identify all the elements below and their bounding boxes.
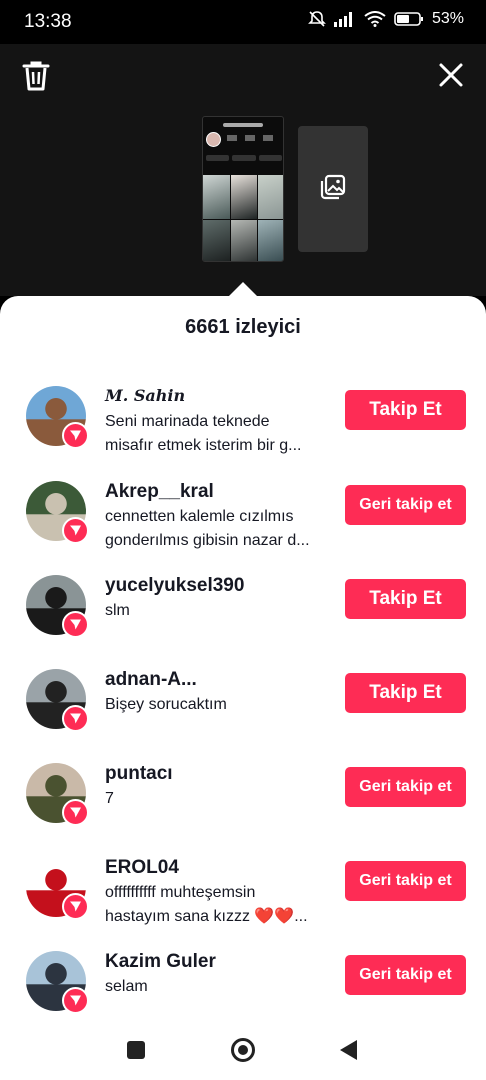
message-line: Seni marinada teknede xyxy=(105,413,270,430)
message-line: gonderılmıs gibisin nazar d... xyxy=(105,532,310,549)
share-badge-icon xyxy=(62,987,89,1014)
viewer-row[interactable]: puntacı 7 Geri takip et xyxy=(0,763,486,857)
thumbnail-grid xyxy=(203,175,283,261)
close-icon[interactable] xyxy=(438,62,464,88)
add-media-button[interactable] xyxy=(298,126,368,252)
follow-button[interactable]: Takip Et xyxy=(345,673,466,713)
follow-back-button[interactable]: Geri takip et xyxy=(345,861,466,901)
viewer-name[interactable]: yucelyuksel390 xyxy=(105,575,244,597)
viewer-name[interactable]: adnan-A... xyxy=(105,669,197,691)
thumbnail-buttons xyxy=(206,155,282,161)
thumbnail-header xyxy=(203,117,283,133)
wifi-icon xyxy=(364,11,386,27)
battery-icon xyxy=(394,11,424,27)
follow-button[interactable]: Takip Et xyxy=(345,579,466,619)
share-badge-icon xyxy=(62,517,89,544)
viewer-name[interactable]: Akrep__kral xyxy=(105,481,214,503)
navigation-bar xyxy=(0,1020,486,1080)
viewers-sheet: 6661 izleyici 𝑴. 𝑺𝒂𝒉𝒊𝒏 Seni marinada tekn… xyxy=(0,296,486,1080)
viewer-message: 7 xyxy=(105,787,331,811)
viewer-message: slm xyxy=(105,599,331,623)
follow-button[interactable]: Takip Et xyxy=(345,390,466,430)
signal-icon xyxy=(333,11,356,27)
viewer-row[interactable]: yucelyuksel390 slm Takip Et xyxy=(0,575,486,669)
message-line: slm xyxy=(105,602,130,619)
message-line: selam xyxy=(105,978,148,995)
viewer-message: selam xyxy=(105,975,331,999)
home-icon[interactable] xyxy=(231,1038,255,1062)
viewer-row[interactable]: Akrep__kral cennetten kalemle cızılmıs gon… xyxy=(0,481,486,575)
message-line: misafır etmek isterim bir g... xyxy=(105,437,302,454)
sheet-pointer xyxy=(229,282,257,296)
status-icons: 53% xyxy=(308,10,464,28)
follow-back-button[interactable]: Geri takip et xyxy=(345,955,466,995)
viewer-message: Bişey sorucaktım xyxy=(105,693,331,717)
thumbnail-avatar xyxy=(206,132,221,147)
viewer-message: cennetten kalemle cızılmıs gonderılmıs gi… xyxy=(105,505,331,553)
message-line: 7 xyxy=(105,790,114,807)
thumbnail-stats xyxy=(227,135,273,141)
media-preview-area xyxy=(0,44,486,296)
viewer-count-title: 6661 izleyici xyxy=(185,316,301,338)
viewer-name[interactable]: puntacı xyxy=(105,763,173,785)
battery-percent: 53% xyxy=(431,10,464,27)
viewer-message: offffffffff muhteşemsin hastayım sana kız… xyxy=(105,881,331,929)
message-line: cennetten kalemle cızılmıs xyxy=(105,508,294,525)
viewer-name[interactable]: Kazim Guler xyxy=(105,951,216,973)
viewer-name[interactable]: EROL04 xyxy=(105,857,179,879)
share-badge-icon xyxy=(62,422,89,449)
bell-off-icon xyxy=(308,10,326,28)
share-badge-icon xyxy=(62,705,89,732)
screenshot-thumbnail[interactable] xyxy=(202,116,284,262)
share-badge-icon xyxy=(62,893,89,920)
status-bar: 13:38 53% xyxy=(0,0,486,44)
recents-icon[interactable] xyxy=(127,1041,145,1059)
add-image-icon xyxy=(319,173,347,206)
share-badge-icon xyxy=(62,799,89,826)
trash-icon[interactable] xyxy=(20,59,52,93)
viewer-row[interactable]: 𝑴. 𝑺𝒂𝒉𝒊𝒏 Seni marinada teknede misafır etm… xyxy=(0,386,486,480)
message-line: offffffffff muhteşemsin xyxy=(105,884,256,901)
viewer-name[interactable]: 𝑴. 𝑺𝒂𝒉𝒊𝒏 xyxy=(105,386,185,405)
follow-back-button[interactable]: Geri takip et xyxy=(345,485,466,525)
viewer-row[interactable]: EROL04 offffffffff muhteşemsin hastayım sa… xyxy=(0,857,486,951)
message-line: hastayım sana kızzz ❤️❤️... xyxy=(105,908,308,925)
share-badge-icon xyxy=(62,611,89,638)
status-time: 13:38 xyxy=(24,11,72,32)
back-icon[interactable] xyxy=(340,1040,357,1060)
viewer-message: Seni marinada teknede misafır etmek ister… xyxy=(105,410,331,458)
follow-back-button[interactable]: Geri takip et xyxy=(345,767,466,807)
message-line: Bişey sorucaktım xyxy=(105,696,227,713)
viewer-row[interactable]: adnan-A... Bişey sorucaktım Takip Et xyxy=(0,669,486,763)
